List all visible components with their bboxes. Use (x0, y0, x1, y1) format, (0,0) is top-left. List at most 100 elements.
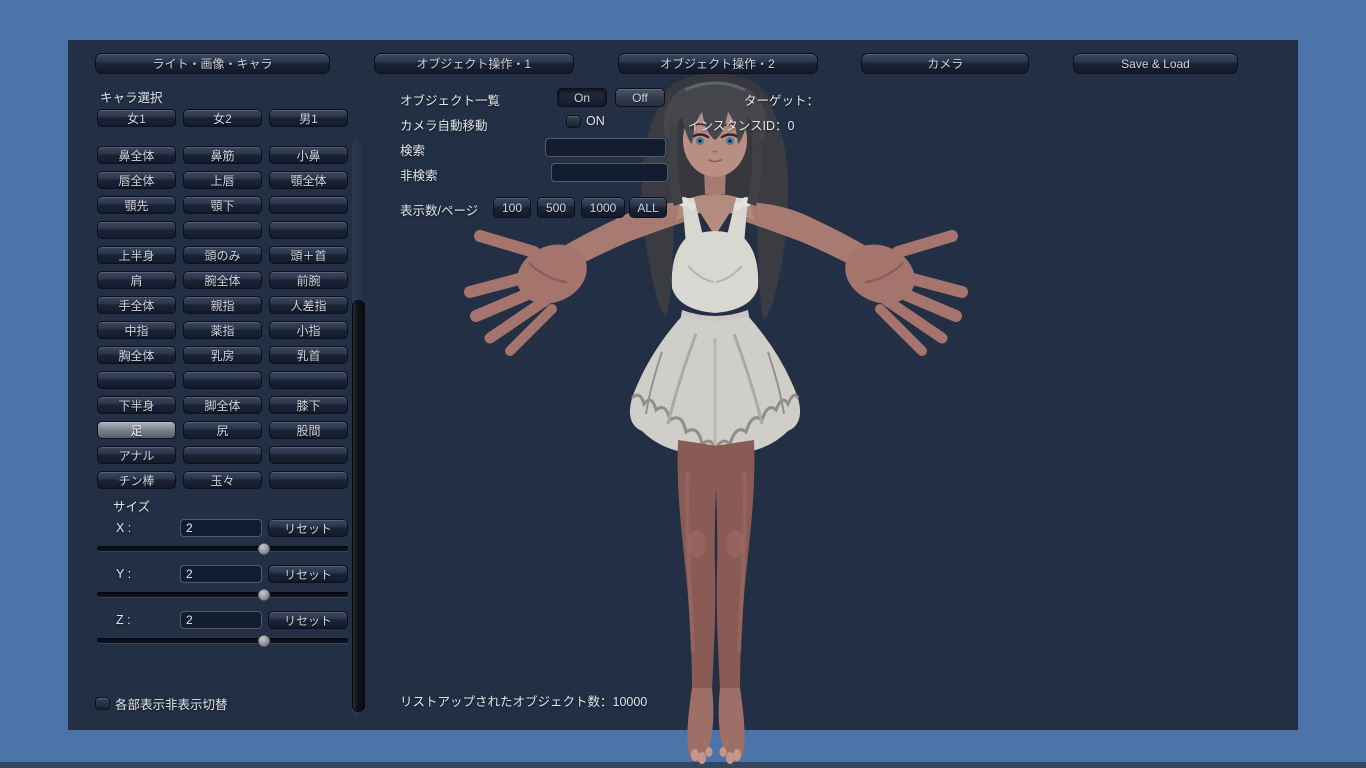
part-button[interactable]: 肩 (97, 271, 176, 289)
part-button[interactable]: 頭＋首 (269, 246, 348, 264)
part-button[interactable]: 膝下 (269, 396, 348, 414)
part-button-foot-selected[interactable]: 足 (97, 421, 176, 439)
tab-camera[interactable]: カメラ (861, 53, 1030, 74)
part-button[interactable]: 小指 (269, 321, 348, 339)
camera-auto-move-checkbox[interactable] (566, 114, 581, 128)
per-page-500-button[interactable]: 500 (537, 197, 575, 218)
tab-bar: ライト・画像・キャラ オブジェクト操作・1 オブジェクト操作・2 カメラ Sav… (95, 53, 1238, 74)
part-button[interactable]: 前腕 (269, 271, 348, 289)
part-button[interactable] (269, 371, 348, 389)
part-button[interactable] (269, 196, 348, 214)
tab-object-ops-1[interactable]: オブジェクト操作・1 (373, 53, 574, 74)
size-x-slider-thumb[interactable] (257, 542, 271, 555)
part-button[interactable]: チン棒 (97, 471, 176, 489)
size-x-input[interactable] (180, 519, 262, 537)
part-button[interactable]: 上唇 (183, 171, 262, 189)
size-y-label: Y : (116, 567, 132, 581)
part-button[interactable]: 人差指 (269, 296, 348, 314)
char-button-male1[interactable]: 男1 (269, 109, 348, 127)
size-z-input[interactable] (180, 611, 262, 629)
character-select-label: キャラ選択 (100, 91, 163, 105)
part-button[interactable]: 尻 (183, 421, 262, 439)
visibility-toggle-row: 各部表示非表示切替 (95, 694, 228, 713)
tab-light-image-character[interactable]: ライト・画像・キャラ (95, 53, 330, 74)
character-dress-skirt (629, 316, 801, 457)
part-button[interactable] (183, 221, 262, 239)
studio-app-window: { "colors": { "desktop_bg": "#4d74a9", "… (0, 0, 1366, 768)
per-page-label: 表示数/ページ (400, 204, 479, 218)
visibility-toggle-checkbox[interactable] (95, 697, 110, 710)
part-button[interactable] (183, 371, 262, 389)
part-button[interactable]: 顎先 (97, 196, 176, 214)
part-button[interactable]: 顎全体 (269, 171, 348, 189)
part-button[interactable] (97, 371, 176, 389)
char-button-female2[interactable]: 女2 (183, 109, 262, 127)
size-y-reset-button[interactable]: リセット (268, 565, 348, 583)
part-button[interactable]: 玉々 (183, 471, 262, 489)
part-button[interactable]: 頭のみ (183, 246, 262, 264)
camera-auto-move-label: カメラ自動移動 (400, 119, 488, 133)
part-button[interactable]: 乳首 (269, 346, 348, 364)
part-button[interactable]: 腕全体 (183, 271, 262, 289)
size-x-reset-button[interactable]: リセット (268, 519, 348, 537)
object-list-off-button[interactable]: Off (615, 88, 665, 107)
exclude-search-input[interactable] (551, 163, 668, 182)
character-hand-right (845, 230, 968, 356)
part-button[interactable] (97, 221, 176, 239)
object-list-on-button[interactable]: On (557, 88, 607, 107)
per-page-1000-button[interactable]: 1000 (581, 197, 625, 218)
size-z-label: Z : (116, 613, 131, 627)
character-feet (687, 688, 745, 764)
character-select-row: 女1 女2 男1 (97, 109, 348, 127)
part-button[interactable] (269, 471, 348, 489)
size-x-label: X : (116, 521, 132, 535)
character-legs (677, 440, 755, 690)
size-x-slider-track[interactable] (97, 542, 348, 555)
part-button[interactable] (269, 221, 348, 239)
part-button[interactable]: アナル (97, 446, 176, 464)
part-button[interactable]: 薬指 (183, 321, 262, 339)
part-button[interactable]: 下半身 (97, 396, 176, 414)
search-label: 検索 (400, 144, 426, 158)
tab-object-ops-2[interactable]: オブジェクト操作・2 (617, 53, 818, 74)
part-button[interactable]: 股間 (269, 421, 348, 439)
size-y-slider-thumb[interactable] (257, 588, 271, 601)
target-label: ターゲット： (744, 94, 820, 108)
part-button[interactable]: 鼻筋 (183, 146, 262, 164)
part-button[interactable]: 脚全体 (183, 396, 262, 414)
left-panel-scrollbar[interactable] (352, 140, 365, 716)
search-input[interactable] (545, 138, 666, 157)
camera-auto-move-on-label: ON (586, 114, 605, 128)
part-button[interactable]: 顎下 (183, 196, 262, 214)
size-y-slider-track[interactable] (97, 588, 348, 601)
part-button[interactable] (269, 446, 348, 464)
size-y-input[interactable] (180, 565, 262, 583)
object-list-label: オブジェクト一覧 (400, 94, 501, 108)
visibility-toggle-label: 各部表示非表示切替 (115, 698, 228, 712)
part-button[interactable]: 手全体 (97, 296, 176, 314)
part-button[interactable]: 上半身 (97, 246, 176, 264)
left-panel-scrollbar-thumb[interactable] (352, 300, 365, 712)
char-button-female1[interactable]: 女1 (97, 109, 176, 127)
part-button[interactable]: 親指 (183, 296, 262, 314)
per-page-100-button[interactable]: 100 (493, 197, 531, 218)
tab-save-load[interactable]: Save & Load (1073, 53, 1238, 74)
part-button[interactable]: 中指 (97, 321, 176, 339)
part-button[interactable]: 鼻全体 (97, 146, 176, 164)
part-button[interactable] (183, 446, 262, 464)
size-z-slider-track[interactable] (97, 634, 348, 647)
instance-id-label: インスタンスID：0 (688, 119, 795, 133)
per-page-all-button[interactable]: ALL (629, 197, 667, 218)
part-button[interactable]: 乳房 (183, 346, 262, 364)
body-part-grid: 鼻全体 鼻筋 小鼻 唇全体 上唇 顎全体 顎先 顎下 上半身 頭のみ 頭＋首 肩… (97, 146, 348, 489)
exclude-search-label: 非検索 (400, 169, 438, 183)
size-z-slider-thumb[interactable] (257, 634, 271, 647)
part-button[interactable]: 胸全体 (97, 346, 176, 364)
part-button[interactable]: 唇全体 (97, 171, 176, 189)
listed-object-count-status: リストアップされたオブジェクト数：10000 (400, 695, 648, 709)
camera-auto-move-row: ON (566, 114, 605, 128)
size-z-reset-button[interactable]: リセット (268, 611, 348, 629)
part-button[interactable]: 小鼻 (269, 146, 348, 164)
character-hand-left (464, 230, 587, 356)
character-model-3d-view[interactable] (430, 52, 980, 768)
